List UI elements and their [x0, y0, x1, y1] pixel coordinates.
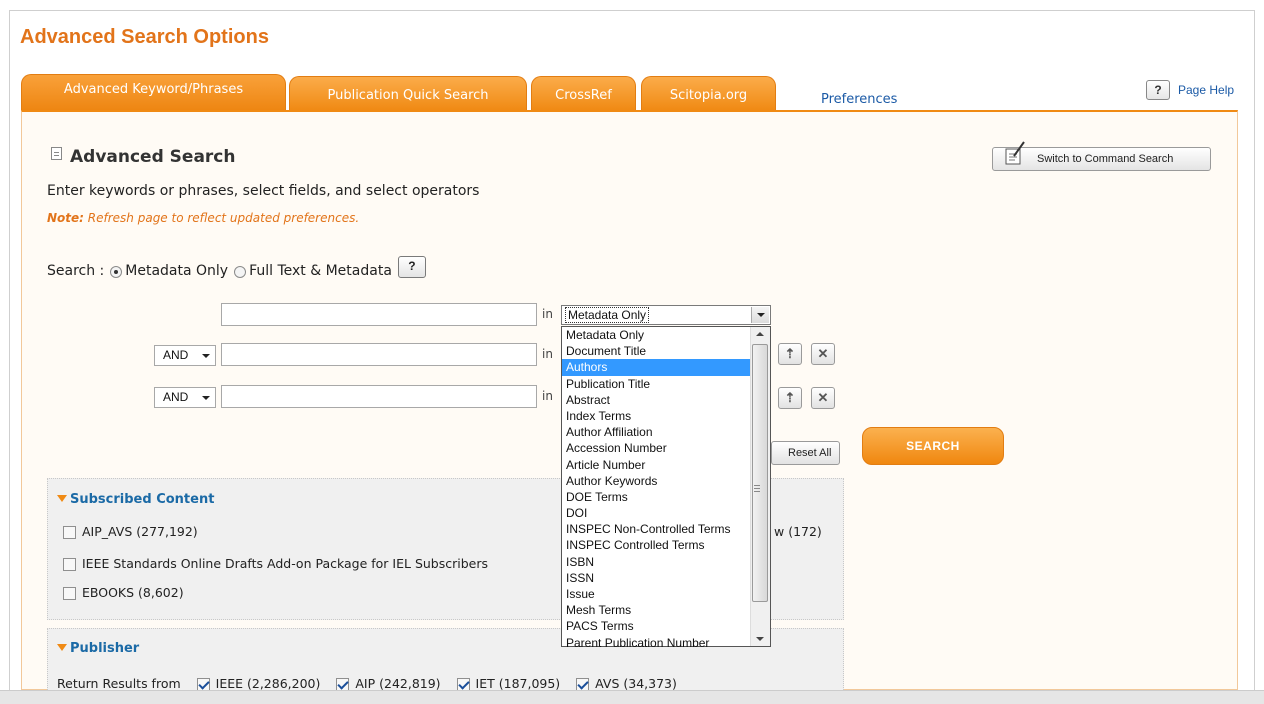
publisher-title: Publisher — [70, 641, 140, 656]
field-option[interactable]: Metadata Only — [562, 327, 750, 343]
operator-select-3[interactable]: AND — [154, 387, 216, 408]
field-option[interactable]: ISBN — [562, 554, 750, 570]
move-up-icon[interactable]: ⇡ — [778, 387, 802, 409]
field-option[interactable]: Article Number — [562, 457, 750, 473]
field-option[interactable]: INSPEC Non-Controlled Terms — [562, 521, 750, 537]
checkbox[interactable] — [63, 587, 76, 600]
keyword-input-3[interactable] — [221, 385, 537, 408]
subscribed-content-title: Subscribed Content — [70, 492, 215, 507]
keyword-input-1[interactable] — [221, 303, 537, 326]
metadata-only-radio[interactable] — [110, 266, 123, 278]
document-icon — [51, 147, 62, 160]
subscribed-item-label: AIP_AVS (277,192) — [82, 524, 198, 539]
field-option[interactable]: INSPEC Controlled Terms — [562, 537, 750, 553]
publisher-lead-label: Return Results from — [57, 676, 181, 691]
publisher-label: IEEE (2,286,200) — [215, 676, 321, 691]
remove-row-icon[interactable]: ✕ — [811, 343, 835, 365]
subscribed-item-label: IEEE Standards Online Drafts Add-on Pack… — [82, 556, 489, 571]
field-option[interactable]: Index Terms — [562, 408, 750, 424]
field-option[interactable]: ISSN — [562, 570, 750, 586]
field-option[interactable]: Authors — [562, 359, 750, 376]
publisher-label: AIP (242,819) — [355, 676, 441, 691]
chevron-down-icon — [202, 354, 210, 358]
field-dropdown-list[interactable]: Metadata Only Document Title Authors Public… — [561, 326, 771, 650]
bottom-bar — [0, 690, 1264, 704]
field-option[interactable]: Author Affiliation — [562, 424, 750, 440]
field-select-value: Metadata Only — [564, 307, 650, 323]
operator-value-3: AND — [163, 390, 189, 404]
publisher-toggle[interactable]: Publisher — [57, 641, 139, 656]
scroll-thumb[interactable] — [752, 344, 768, 602]
chevron-down-icon[interactable] — [751, 307, 769, 323]
reset-all-label: Reset All — [788, 447, 832, 459]
field-option[interactable]: DOI — [562, 505, 750, 521]
remove-row-icon[interactable]: ✕ — [811, 387, 835, 409]
publisher-filters: Return Results from IEEE (2,286,200) AIP… — [57, 676, 677, 691]
field-option[interactable]: PACS Terms — [562, 618, 750, 634]
search-button[interactable]: SEARCH — [862, 427, 1004, 465]
subscribed-item-label: EBOOKS (8,602) — [82, 585, 184, 600]
command-edit-icon — [1005, 141, 1025, 165]
field-option[interactable]: Accession Number — [562, 440, 750, 456]
page-help-link[interactable]: Page Help — [1178, 83, 1234, 97]
field-select-1[interactable]: Metadata Only — [561, 305, 771, 325]
tab-publication-quick-search[interactable]: Publication Quick Search — [289, 76, 527, 110]
field-option[interactable]: Abstract — [562, 392, 750, 408]
metadata-only-label[interactable]: Metadata Only — [125, 263, 228, 279]
field-options: Metadata Only Document Title Authors Public… — [562, 327, 770, 651]
full-text-radio[interactable] — [234, 266, 247, 278]
keyword-input-2[interactable] — [221, 343, 537, 366]
field-option[interactable]: Issue — [562, 586, 750, 602]
field-option[interactable]: Author Keywords — [562, 473, 750, 489]
scope-help-icon[interactable]: ? — [397, 256, 426, 278]
checkbox[interactable] — [63, 526, 76, 539]
expand-triangle-icon — [57, 495, 67, 502]
scroll-down-icon[interactable] — [756, 637, 764, 641]
reset-all-button[interactable]: Reset All — [771, 441, 840, 465]
page-title: Advanced Search Options — [20, 26, 269, 48]
tab-crossref[interactable]: CrossRef — [531, 76, 636, 110]
preferences-note: Note: Refresh page to reflect updated pr… — [47, 211, 359, 225]
subscribed-item-partial: w (172) — [774, 524, 822, 539]
operator-select-2[interactable]: AND — [154, 345, 216, 366]
search-scope: Search : Metadata Only Full Text & Metad… — [47, 256, 426, 282]
subscribed-item[interactable]: AIP_AVS (277,192) — [63, 524, 198, 539]
expand-triangle-icon — [57, 644, 67, 651]
field-option[interactable]: Parent Publication Number — [562, 635, 750, 651]
scroll-up-icon[interactable] — [756, 332, 764, 336]
move-up-icon[interactable]: ⇡ — [778, 343, 802, 365]
publisher-label: AVS (34,373) — [595, 676, 677, 691]
publisher-label: IET (187,095) — [475, 676, 561, 691]
preferences-link[interactable]: Preferences — [821, 92, 897, 107]
in-label-2: in — [542, 347, 553, 361]
tab-scitopia[interactable]: Scitopia.org — [641, 76, 776, 110]
instructions-text: Enter keywords or phrases, select fields… — [47, 183, 480, 199]
dropdown-scrollbar[interactable] — [750, 327, 770, 646]
checkbox[interactable] — [63, 558, 76, 571]
note-label: Note: — [47, 211, 84, 225]
operator-value-2: AND — [163, 348, 189, 362]
field-option[interactable]: Document Title — [562, 343, 750, 359]
note-text: Refresh page to reflect updated preferen… — [83, 211, 360, 225]
subscribed-item[interactable]: IEEE Standards Online Drafts Add-on Pack… — [63, 556, 488, 571]
in-label-3: in — [542, 389, 553, 403]
advanced-search-title: Advanced Search — [70, 147, 236, 167]
field-option[interactable]: Mesh Terms — [562, 602, 750, 618]
tab-advanced-keyword[interactable]: Advanced Keyword/Phrases — [21, 74, 286, 110]
search-scope-label: Search : — [47, 263, 105, 279]
page-help-icon[interactable]: ? — [1146, 80, 1170, 100]
grip-icon — [754, 485, 760, 492]
in-label-1: in — [542, 307, 553, 321]
field-option[interactable]: Publication Title — [562, 376, 750, 392]
full-text-label[interactable]: Full Text & Metadata — [249, 263, 392, 279]
subscribed-item[interactable]: EBOOKS (8,602) — [63, 585, 184, 600]
field-option[interactable]: DOE Terms — [562, 489, 750, 505]
subscribed-content-toggle[interactable]: Subscribed Content — [57, 492, 214, 507]
chevron-down-icon — [202, 396, 210, 400]
